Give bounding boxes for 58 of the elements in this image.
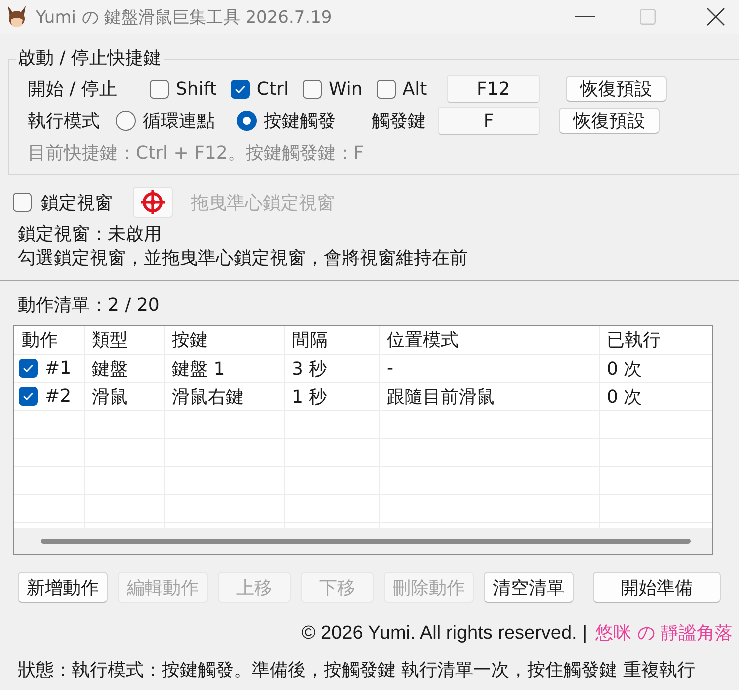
checkbox[interactable] — [19, 387, 38, 406]
status-text: 狀態：執行模式：按鍵觸發。準備後，按觸發鍵 執行清單一次，按住觸發鍵 重複執行 — [18, 659, 696, 683]
list-count: 動作清單：2 / 20 — [18, 294, 161, 318]
copyright-text: © 2026 Yumi. All rights reserved. | — [302, 622, 588, 646]
checkbox[interactable] — [150, 80, 169, 98]
group-title: 啟動 / 停止快捷鍵 — [17, 48, 163, 70]
checkbox-label: Ctrl — [256, 78, 289, 100]
checkbox-label: Alt — [402, 78, 428, 100]
app-icon — [6, 5, 28, 29]
hotkey-summary: 目前快捷鍵：Ctrl + F12。按鍵觸發鍵：F — [28, 142, 366, 166]
radio-label: 按鍵觸發 — [264, 110, 336, 133]
action-button[interactable]: 開始準備 — [593, 572, 721, 603]
radio-button[interactable] — [116, 111, 136, 131]
row-label: 開始 / 停止 — [28, 78, 119, 101]
check-icon — [234, 84, 246, 94]
trigger-key-field[interactable]: F — [438, 107, 540, 135]
checkbox-label: Shift — [176, 78, 217, 100]
radio-button[interactable] — [237, 111, 257, 131]
column-header[interactable]: 位置模式 — [380, 326, 600, 355]
column-header[interactable]: 間隔 — [285, 326, 380, 355]
action-number: #2 — [45, 386, 72, 407]
table-cell: 0 次 — [600, 355, 712, 383]
hotkey-field[interactable]: F12 — [447, 75, 540, 103]
column-header[interactable]: 動作 — [14, 326, 85, 355]
action-button[interactable]: 清空清單 — [484, 572, 574, 603]
table-cell: 鍵盤 — [85, 355, 165, 383]
reset-button[interactable]: 恢復預設 — [566, 76, 668, 102]
column-header[interactable]: 類型 — [85, 326, 165, 355]
maximize-icon — [640, 9, 656, 25]
action-button[interactable]: 新增動作 — [18, 572, 108, 603]
column-header[interactable]: 按鍵 — [165, 326, 285, 355]
checkbox-label: 鎖定視窗 — [41, 192, 113, 214]
table-cell: - — [380, 355, 600, 383]
reset-button[interactable]: 恢復預設 — [559, 108, 660, 134]
checkbox[interactable] — [376, 80, 396, 98]
check-icon — [23, 364, 34, 373]
table-cell: 3 秒 — [285, 355, 380, 383]
minimize-icon — [575, 16, 595, 18]
action-number: #1 — [45, 358, 72, 379]
lock-description: 勾選鎖定視窗，並拖曳準心鎖定視窗，會將視窗維持在前 — [18, 247, 469, 271]
table-cell: 鍵盤 1 — [165, 355, 285, 383]
check-icon — [23, 392, 34, 401]
drag-hint: 拖曳準心鎖定視窗 — [191, 192, 335, 214]
checkbox[interactable] — [13, 193, 32, 212]
crosshair-icon[interactable] — [133, 187, 173, 218]
field-label: 觸發鍵 — [372, 110, 426, 133]
checkbox[interactable] — [302, 80, 322, 98]
scrollbar-thumb[interactable] — [41, 539, 691, 544]
radio-label: 循環連點 — [143, 110, 215, 133]
checkbox[interactable] — [230, 80, 250, 98]
close-icon — [707, 8, 725, 26]
row-label: 執行模式 — [28, 110, 100, 133]
checkbox-label: Win — [328, 78, 363, 100]
horizontal-scrollbar[interactable] — [14, 528, 712, 554]
lock-status: 鎖定視窗：未啟用 — [18, 223, 163, 247]
checkbox[interactable] — [19, 359, 38, 378]
window-title: Yumi の 鍵盤滑鼠巨集工具 2026.7.19 — [36, 6, 332, 28]
column-header[interactable]: 已執行 — [600, 326, 712, 355]
